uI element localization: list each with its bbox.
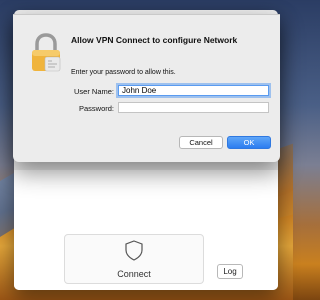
authorization-dialog: Allow VPN Connect to configure Network E… xyxy=(13,14,280,162)
cancel-button[interactable]: Cancel xyxy=(179,136,223,149)
username-field[interactable] xyxy=(118,85,269,96)
dialog-title: Allow VPN Connect to configure Network xyxy=(71,35,238,45)
connect-button[interactable]: Connect xyxy=(64,234,204,284)
username-label: User Name: xyxy=(73,87,114,96)
log-button[interactable]: Log xyxy=(217,264,243,279)
lock-icon xyxy=(32,33,61,72)
password-field[interactable] xyxy=(118,102,269,113)
ok-button[interactable]: OK xyxy=(227,136,271,149)
connect-label: Connect xyxy=(117,269,151,279)
password-label: Password: xyxy=(78,104,114,113)
dialog-prompt: Enter your password to allow this. xyxy=(71,69,176,76)
shield-icon xyxy=(125,240,143,261)
